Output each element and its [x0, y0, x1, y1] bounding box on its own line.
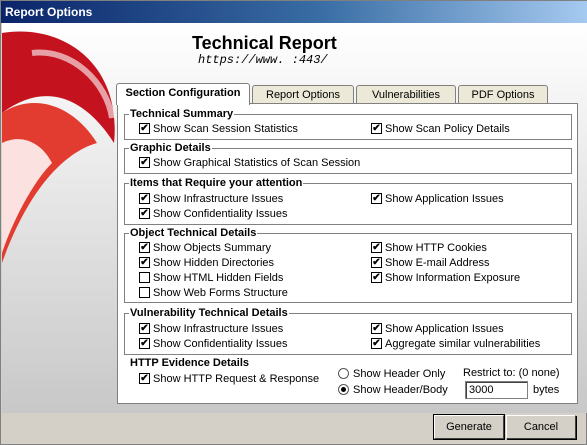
report-options-window: Report Options Technical Report https://… — [0, 0, 587, 445]
show-web-forms-structure-checkbox[interactable]: Show Web Forms Structure — [139, 286, 288, 300]
checkmark-icon: ✔ — [371, 322, 382, 334]
radio-icon — [338, 383, 349, 395]
checkmark-icon: ✔ — [139, 241, 150, 253]
show-application-issues-checkbox[interactable]: ✔ Show Application Issues — [371, 192, 504, 206]
checkmark-icon: ✔ — [371, 122, 382, 134]
checkmark-icon: ✔ — [139, 337, 150, 349]
checkmark-icon: ✔ — [371, 256, 382, 268]
show-infrastructure-issues-checkbox[interactable]: ✔ Show Infrastructure Issues — [139, 192, 283, 206]
group-title: Graphic Details — [129, 142, 212, 154]
window-title: Report Options — [1, 1, 587, 23]
show-http-request-response-checkbox[interactable]: ✔ Show HTTP Request & Response — [139, 372, 319, 386]
checkmark-icon: ✔ — [371, 192, 382, 204]
group-title: HTTP Evidence Details — [129, 357, 251, 369]
group-title: Items that Require your attention — [129, 177, 304, 189]
aggregate-similar-vulnerabilities-checkbox[interactable]: ✔ Aggregate similar vulnerabilities — [371, 337, 540, 351]
checkmark-icon: ✔ — [139, 372, 150, 384]
group-title: Object Technical Details — [129, 227, 258, 239]
http-evidence-details-group: HTTP Evidence Details ✔ Show HTTP Request… — [124, 357, 572, 399]
vuln-show-infrastructure-issues-checkbox[interactable]: ✔ Show Infrastructure Issues — [139, 322, 283, 336]
show-confidentiality-issues-checkbox[interactable]: ✔ Show Confidentiality Issues — [139, 207, 288, 221]
show-hidden-directories-checkbox[interactable]: ✔ Show Hidden Directories — [139, 256, 274, 270]
checkmark-icon: ✔ — [139, 256, 150, 268]
checkmark-icon: ✔ — [139, 156, 150, 168]
tab-report-options[interactable]: Report Options — [252, 85, 354, 105]
report-url: https://www. :443/ — [198, 53, 328, 67]
graphic-details-group: Graphic Details ✔ Show Graphical Statisti… — [124, 142, 572, 174]
checkmark-icon: ✔ — [139, 207, 150, 219]
show-graphical-statistics-checkbox[interactable]: ✔ Show Graphical Statistics of Scan Sessi… — [139, 156, 360, 170]
show-information-exposure-checkbox[interactable]: ✔ Show Information Exposure — [371, 271, 520, 285]
restrict-label: Restrict to: (0 none) — [463, 367, 560, 379]
show-scan-policy-details-checkbox[interactable]: ✔ Show Scan Policy Details — [371, 122, 510, 136]
show-header-only-radio[interactable]: Show Header Only — [338, 367, 445, 381]
tab-vulnerabilities[interactable]: Vulnerabilities — [356, 85, 456, 105]
show-header-body-radio[interactable]: Show Header/Body — [338, 383, 448, 397]
vulnerability-technical-details-group: Vulnerability Technical Details ✔ Show In… — [124, 307, 572, 355]
tab-pdf-options[interactable]: PDF Options — [458, 85, 548, 105]
object-technical-details-group: Object Technical Details ✔ Show Objects S… — [124, 227, 572, 303]
checkmark-icon: ✔ — [139, 122, 150, 134]
show-http-cookies-checkbox[interactable]: ✔ Show HTTP Cookies — [371, 241, 487, 255]
vuln-show-application-issues-checkbox[interactable]: ✔ Show Application Issues — [371, 322, 504, 336]
group-title: Vulnerability Technical Details — [129, 307, 289, 319]
cancel-button[interactable]: Cancel — [506, 415, 576, 439]
checkmark-icon: ✔ — [371, 337, 382, 349]
tab-section-configuration[interactable]: Section Configuration — [116, 83, 250, 105]
checkmark-icon: ✔ — [139, 322, 150, 334]
vuln-show-confidentiality-issues-checkbox[interactable]: ✔ Show Confidentiality Issues — [139, 337, 288, 351]
checkmark-icon: ✔ — [371, 271, 382, 283]
generate-button[interactable]: Generate — [433, 414, 505, 440]
bytes-unit-label: bytes — [533, 384, 560, 396]
show-scan-session-statistics-checkbox[interactable]: ✔ Show Scan Session Statistics — [139, 122, 298, 136]
report-title: Technical Report — [192, 33, 337, 53]
attention-items-group: Items that Require your attention ✔ Show … — [124, 177, 572, 225]
restrict-bytes-input[interactable] — [465, 381, 528, 399]
checkmark-icon — [139, 286, 150, 298]
checkmark-icon: ✔ — [139, 192, 150, 204]
checkmark-icon: ✔ — [371, 241, 382, 253]
technical-summary-group: Technical Summary ✔ Show Scan Session Sta… — [124, 108, 572, 140]
section-configuration-panel: Technical Summary ✔ Show Scan Session Sta… — [117, 103, 578, 404]
checkmark-icon — [139, 271, 150, 283]
show-objects-summary-checkbox[interactable]: ✔ Show Objects Summary — [139, 241, 271, 255]
radio-icon — [338, 367, 349, 379]
show-email-address-checkbox[interactable]: ✔ Show E-mail Address — [371, 256, 490, 270]
show-html-hidden-fields-checkbox[interactable]: Show HTML Hidden Fields — [139, 271, 283, 285]
group-title: Technical Summary — [129, 108, 235, 120]
